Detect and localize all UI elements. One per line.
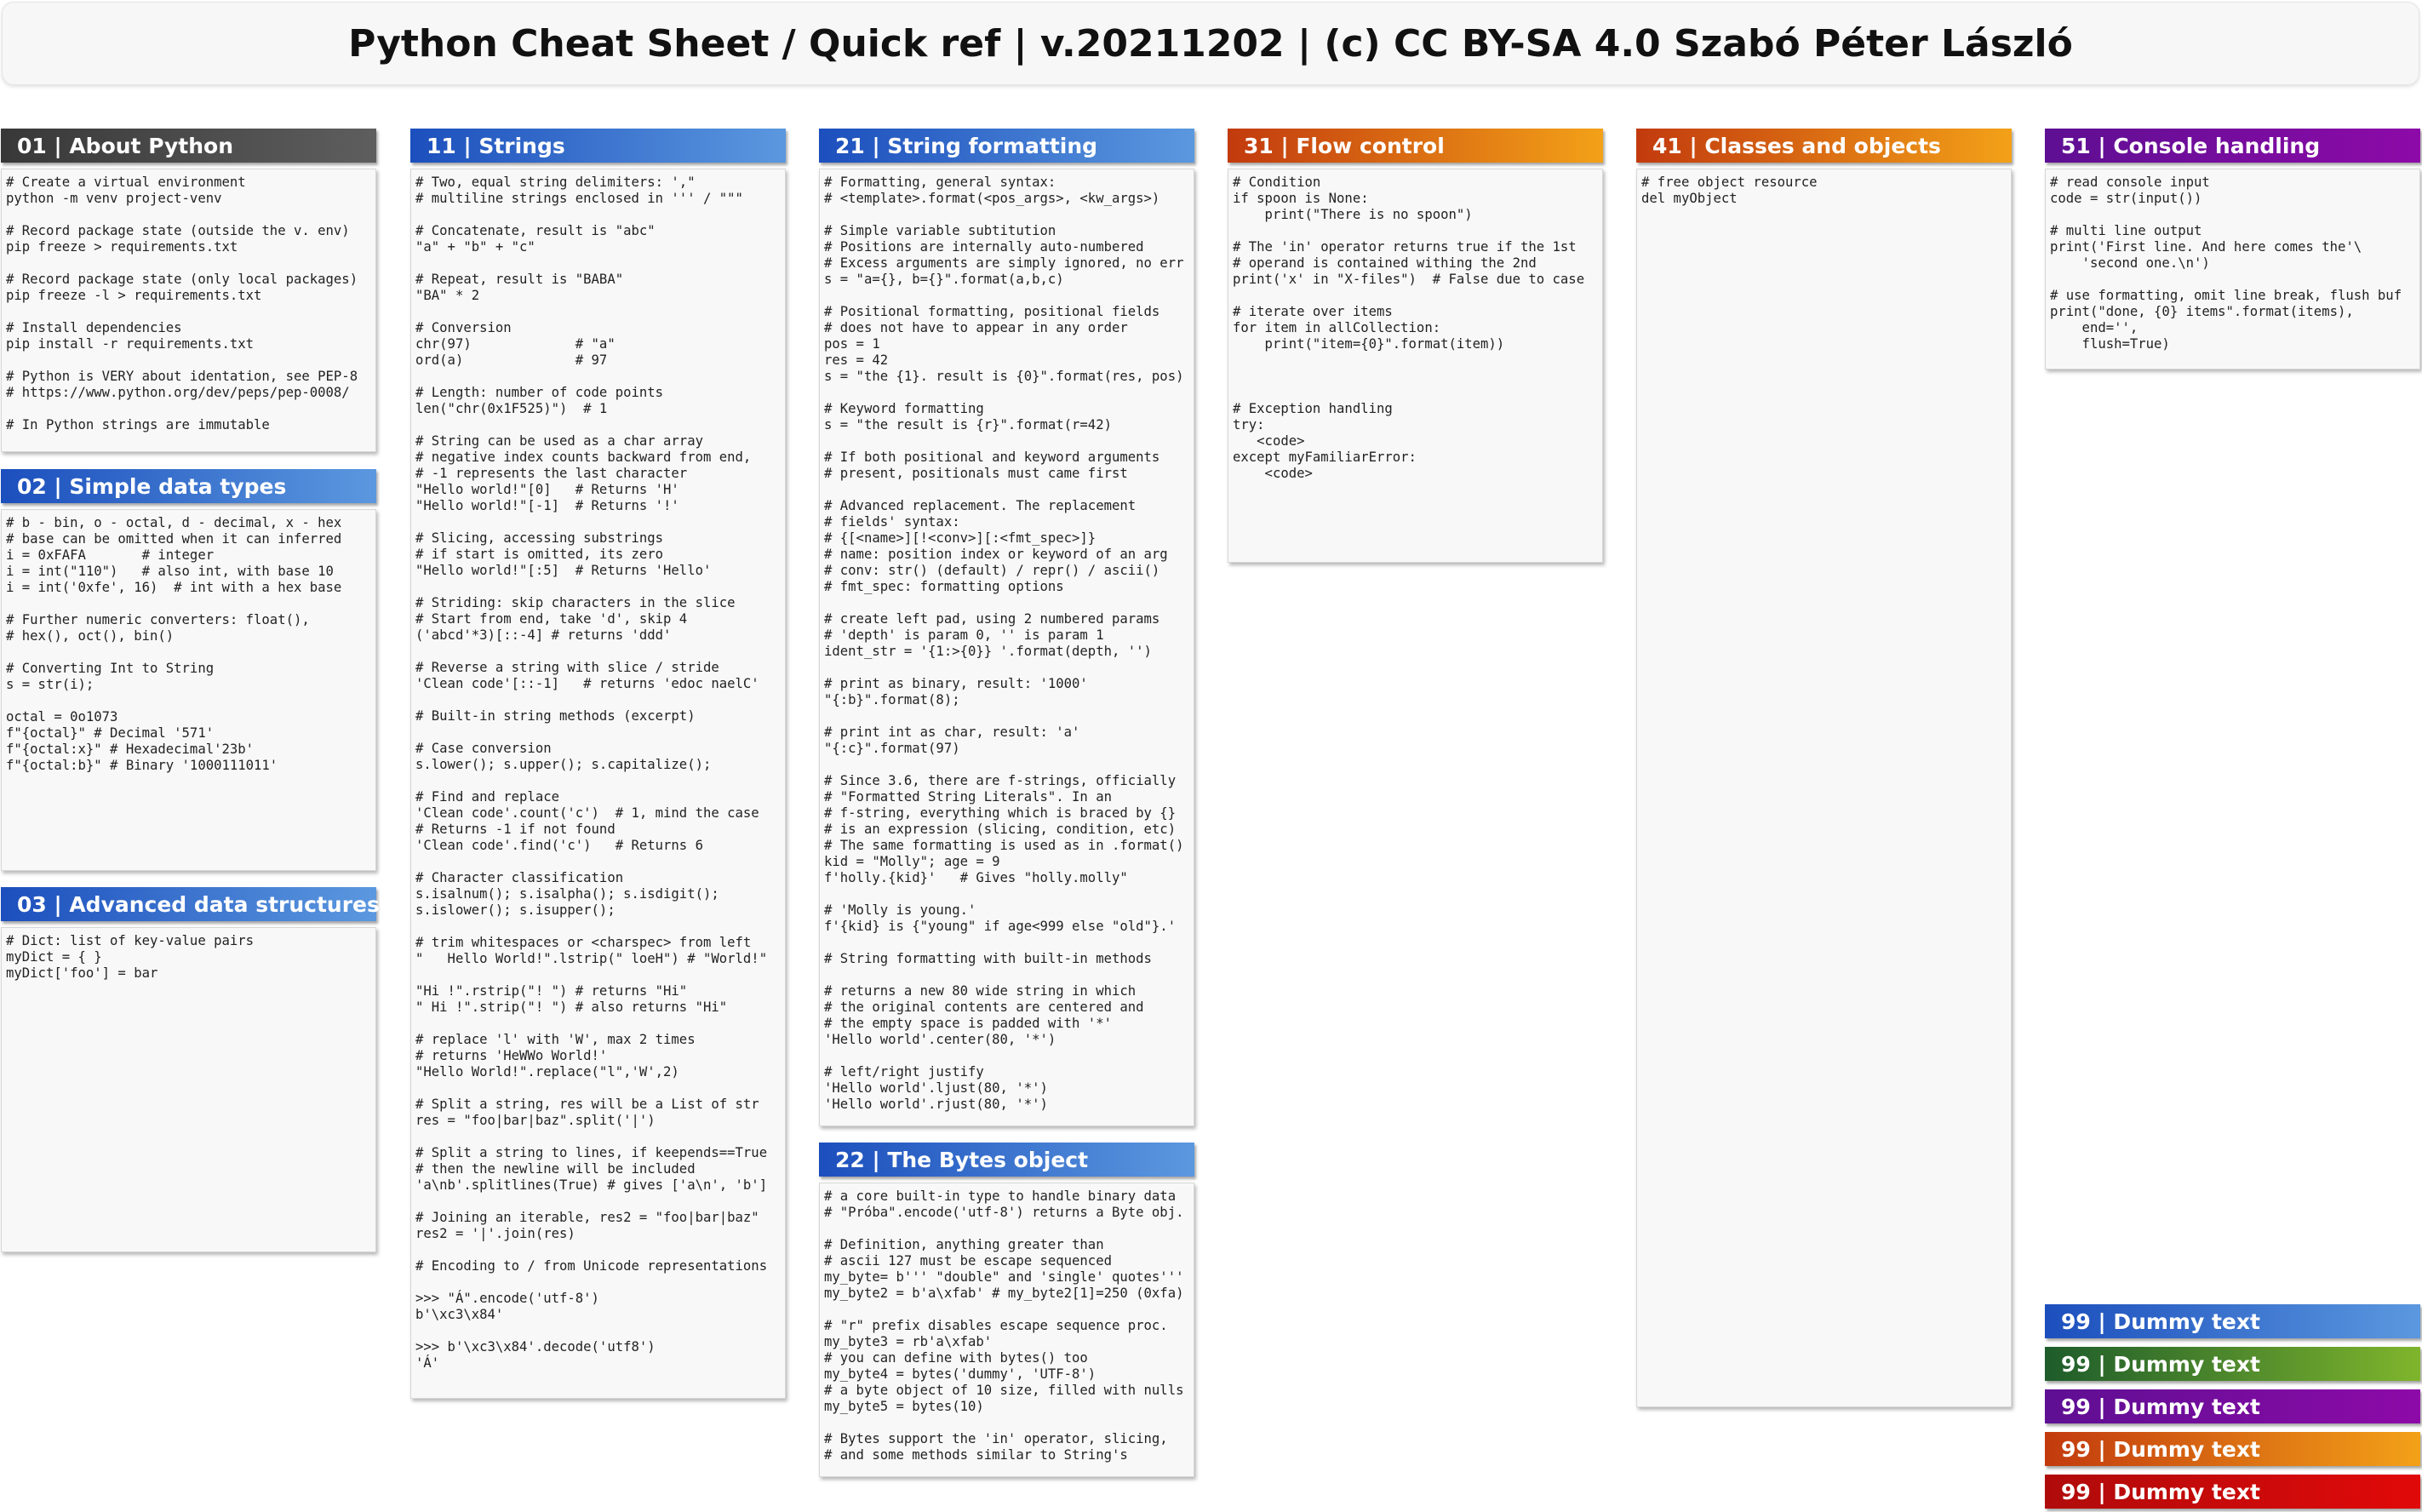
section-body-flow-control: # Condition if spoon is None: print("The…	[1228, 169, 1603, 563]
section-body-simple-data-types: # b - bin, o - octal, d - decimal, x - h…	[1, 509, 376, 871]
section-header-bytes-object: 22 | The Bytes object	[819, 1143, 1194, 1177]
code-console-handling: # read console input code = str(input())…	[2050, 175, 2402, 352]
code-about-python: # Create a virtual environment python -m…	[6, 175, 358, 432]
section-header-about-python: 01 | About Python	[1, 129, 376, 163]
code-strings: # Two, equal string delimiters: '," # mu…	[415, 175, 768, 1371]
section-body-advanced-data-structures: # Dict: list of key-value pairs myDict =…	[1, 927, 376, 1252]
section-body-about-python: # Create a virtual environment python -m…	[1, 169, 376, 452]
section-body-strings: # Two, equal string delimiters: '," # mu…	[410, 169, 786, 1399]
section-header-strings: 11 | Strings	[410, 129, 786, 163]
dummy-header: 99 | Dummy text	[2045, 1475, 2420, 1509]
dummy-header: 99 | Dummy text	[2045, 1432, 2420, 1466]
code-simple-data-types: # b - bin, o - octal, d - decimal, x - h…	[6, 515, 342, 773]
section-body-console-handling: # read console input code = str(input())…	[2045, 169, 2420, 369]
section-header-string-formatting: 21 | String formatting	[819, 129, 1194, 163]
section-header-flow-control: 31 | Flow control	[1228, 129, 1603, 163]
code-flow-control: # Condition if spoon is None: print("The…	[1233, 175, 1585, 481]
code-classes-objects: # free object resource del myObject	[1641, 175, 1818, 206]
dummy-header: 99 | Dummy text	[2045, 1304, 2420, 1338]
section-body-classes-objects: # free object resource del myObject	[1636, 169, 2012, 1407]
code-advanced-data-structures: # Dict: list of key-value pairs myDict =…	[6, 933, 255, 981]
section-header-classes-objects: 41 | Classes and objects	[1636, 129, 2012, 163]
section-body-bytes-object: # a core built-in type to handle binary …	[819, 1183, 1194, 1477]
section-header-advanced-data-structures: 03 | Advanced data structures	[1, 887, 380, 921]
code-bytes-object: # a core built-in type to handle binary …	[824, 1188, 1184, 1463]
dummy-header: 99 | Dummy text	[2045, 1347, 2420, 1381]
section-body-string-formatting: # Formatting, general syntax: # <templat…	[819, 169, 1194, 1126]
code-string-formatting: # Formatting, general syntax: # <templat…	[824, 175, 1184, 1112]
section-header-console-handling: 51 | Console handling	[2045, 129, 2420, 163]
section-header-simple-data-types: 02 | Simple data types	[1, 469, 376, 503]
page-title: Python Cheat Sheet / Quick ref | v.20211…	[2, 2, 2419, 85]
dummy-header: 99 | Dummy text	[2045, 1389, 2420, 1423]
